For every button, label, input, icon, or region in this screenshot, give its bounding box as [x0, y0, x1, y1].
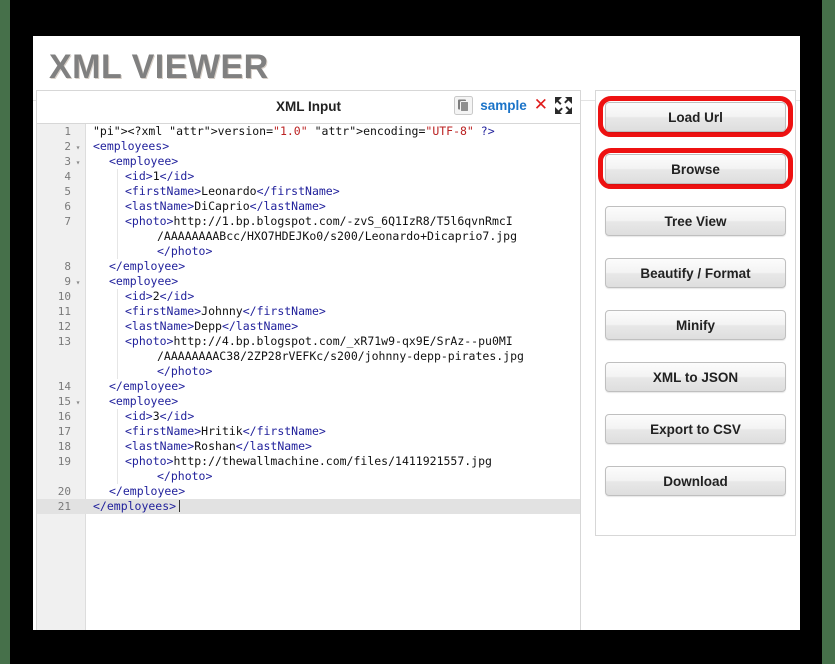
xml-input-panel: XML Input sample ✕ 1 "pi"><?xml "attr">v…: [36, 90, 581, 630]
code-editor[interactable]: 1 "pi"><?xml "attr">version="1.0" "attr">…: [37, 124, 580, 630]
code-line[interactable]: 1 "pi"><?xml "attr">version="1.0" "attr">…: [37, 124, 580, 139]
code-text: <lastName>Roshan</lastName>: [125, 439, 312, 453]
code-text: <photo>http://thewallmachine.com/files/1…: [125, 454, 492, 468]
sidebar-button-minify[interactable]: Minify: [605, 310, 786, 340]
code-text: "pi"><?xml "attr">version="1.0" "attr">e…: [93, 124, 495, 138]
code-text: <lastName>Depp</lastName>: [125, 319, 299, 333]
line-number: 15: [57, 395, 71, 408]
line-number: 5: [64, 185, 71, 198]
line-number: 11: [57, 305, 71, 318]
line-number: 8: [64, 260, 71, 273]
code-text: </photo>: [157, 364, 213, 378]
code-line[interactable]: /AAAAAAAAC38/2ZP28rVEFKc/s200/johnny-dep…: [37, 349, 580, 364]
code-line[interactable]: 10 <id>2</id>: [37, 289, 580, 304]
code-line[interactable]: 7 <photo>http://1.bp.blogspot.com/-zvS_6Q…: [37, 214, 580, 229]
code-text: </employee>: [109, 484, 186, 498]
code-line[interactable]: 18 <lastName>Roshan</lastName>: [37, 439, 580, 454]
code-line[interactable]: 6 <lastName>DiCaprio</lastName>: [37, 199, 580, 214]
code-line[interactable]: 17 <firstName>Hritik</firstName>: [37, 424, 580, 439]
code-text: <photo>http://4.bp.blogspot.com/_xR71w9-…: [125, 334, 513, 348]
sidebar-button-load-url[interactable]: Load Url: [605, 102, 786, 132]
code-line[interactable]: 13 <photo>http://4.bp.blogspot.com/_xR71w…: [37, 334, 580, 349]
code-text: </photo>: [157, 244, 213, 258]
code-line[interactable]: 16 <id>3</id>: [37, 409, 580, 424]
page-title: XML VIEWER: [49, 48, 269, 86]
code-line[interactable]: 15 ▾ <employee>: [37, 394, 580, 409]
copy-icon[interactable]: [454, 96, 474, 115]
code-text: <lastName>DiCaprio</lastName>: [125, 199, 326, 213]
text-cursor: [179, 500, 181, 512]
code-text: <id>1</id>: [125, 169, 195, 183]
code-text: <employee>: [109, 394, 179, 408]
fullscreen-icon[interactable]: [554, 96, 573, 115]
code-text: </employee>: [109, 379, 186, 393]
code-text: <employees>: [93, 139, 170, 153]
code-text: <firstName>Hritik</firstName>: [125, 424, 326, 438]
sample-link[interactable]: sample: [480, 98, 527, 113]
code-line[interactable]: 2 ▾ <employees>: [37, 139, 580, 154]
line-number: 13: [57, 335, 71, 348]
sidebar-button-tree-view[interactable]: Tree View: [605, 206, 786, 236]
panel-toolbar: sample ✕: [454, 96, 573, 115]
line-number: 18: [57, 440, 71, 453]
fold-toggle-icon[interactable]: ▾: [74, 395, 82, 410]
fold-toggle-icon[interactable]: ▾: [74, 140, 82, 155]
code-line[interactable]: 9 ▾ <employee>: [37, 274, 580, 289]
code-line[interactable]: /AAAAAAAABcc/HXO7HDEJKo0/s200/Leonardo+D…: [37, 229, 580, 244]
line-number: 3: [64, 155, 71, 168]
code-line[interactable]: 8 </employee>: [37, 259, 580, 274]
code-line[interactable]: </photo>: [37, 364, 580, 379]
code-text: <employee>: [109, 274, 179, 288]
sidebar-button-download[interactable]: Download: [605, 466, 786, 496]
sidebar-button-beautify-format[interactable]: Beautify / Format: [605, 258, 786, 288]
code-line[interactable]: 5 <firstName>Leonardo</firstName>: [37, 184, 580, 199]
code-line[interactable]: </photo>: [37, 244, 580, 259]
code-line[interactable]: </photo>: [37, 469, 580, 484]
code-line[interactable]: 19 <photo>http://thewallmachine.com/files…: [37, 454, 580, 469]
line-number: 16: [57, 410, 71, 423]
line-number: 17: [57, 425, 71, 438]
line-number: 2: [64, 140, 71, 153]
code-line[interactable]: 21 </employees>: [37, 499, 580, 514]
code-text: <firstName>Leonardo</firstName>: [125, 184, 340, 198]
sidebar-button-export-to-csv[interactable]: Export to CSV: [605, 414, 786, 444]
code-lines[interactable]: 1 "pi"><?xml "attr">version="1.0" "attr">…: [37, 124, 580, 630]
code-line[interactable]: 3 ▾ <employee>: [37, 154, 580, 169]
fold-toggle-icon[interactable]: ▾: [74, 155, 82, 170]
line-number: 9: [64, 275, 71, 288]
code-text: </employees>: [93, 499, 580, 514]
code-text: <firstName>Johnny</firstName>: [125, 304, 326, 318]
code-text: <id>2</id>: [125, 289, 195, 303]
code-text: </photo>: [157, 469, 213, 483]
code-text: <employee>: [109, 154, 179, 168]
line-number: 6: [64, 200, 71, 213]
sidebar-button-browse[interactable]: Browse: [605, 154, 786, 184]
panel-header: XML Input sample ✕: [37, 91, 580, 124]
line-number: 4: [64, 170, 71, 183]
code-line[interactable]: 11 <firstName>Johnny</firstName>: [37, 304, 580, 319]
fold-toggle-icon[interactable]: ▾: [74, 275, 82, 290]
line-number: 19: [57, 455, 71, 468]
close-icon[interactable]: ✕: [534, 97, 548, 114]
code-text: /AAAAAAAABcc/HXO7HDEJKo0/s200/Leonardo+D…: [157, 229, 518, 243]
code-line[interactable]: 14 </employee>: [37, 379, 580, 394]
action-sidebar: Load Url Browse Tree View Beautify / Format…: [595, 90, 796, 536]
line-number: 21: [57, 500, 71, 513]
line-number: 10: [57, 290, 71, 303]
line-number: 12: [57, 320, 71, 333]
code-line[interactable]: 12 <lastName>Depp</lastName>: [37, 319, 580, 334]
code-text: </employee>: [109, 259, 186, 273]
code-text: <photo>http://1.bp.blogspot.com/-zvS_6Q1…: [125, 214, 513, 228]
line-number: 20: [57, 485, 71, 498]
code-line[interactable]: 4 <id>1</id>: [37, 169, 580, 184]
sidebar-button-xml-to-json[interactable]: XML to JSON: [605, 362, 786, 392]
page-content: XML VIEWER XML Input sample ✕ 1 "pi"><?x…: [33, 36, 800, 630]
line-number: 7: [64, 215, 71, 228]
code-line[interactable]: 20 </employee>: [37, 484, 580, 499]
code-text: <id>3</id>: [125, 409, 195, 423]
code-text: /AAAAAAAAC38/2ZP28rVEFKc/s200/johnny-dep…: [157, 349, 524, 363]
line-number: 1: [64, 125, 71, 138]
line-number: 14: [57, 380, 71, 393]
